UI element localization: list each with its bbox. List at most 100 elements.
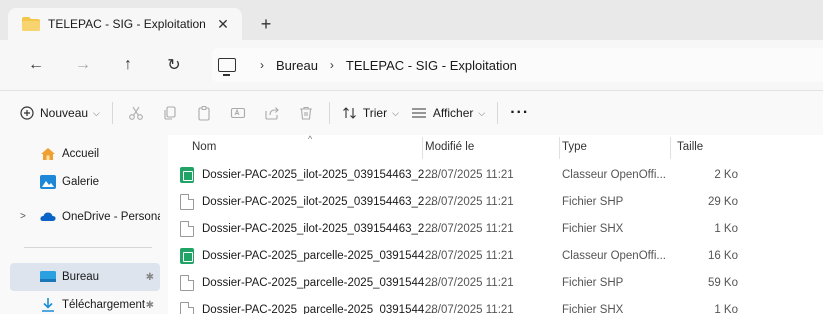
file-modified: 28/07/2025 11:21 [425, 277, 514, 289]
file-icon [180, 221, 194, 237]
tab-telepac[interactable]: TELEPAC - SIG - Exploitation ✕ [8, 8, 242, 40]
column-type-label: Type [562, 141, 587, 153]
share-icon [265, 107, 279, 120]
table-row[interactable]: Dossier-PAC-2025_parcelle-2025_0391544..… [168, 271, 823, 295]
divider [24, 247, 152, 248]
column-header-name[interactable]: Nom ^ [192, 134, 424, 159]
refresh-button[interactable]: ↻ [160, 52, 188, 78]
forward-button[interactable]: → [69, 52, 97, 78]
sidebar-item-galerie[interactable]: Galerie [10, 168, 160, 196]
column-divider[interactable] [559, 137, 560, 159]
breadcrumb-current-folder[interactable]: TELEPAC - SIG - Exploitation [346, 58, 517, 73]
file-type: Fichier SHX [562, 304, 624, 314]
chevron-down-icon: ⌵ [392, 107, 399, 118]
tab-strip: TELEPAC - SIG - Exploitation ✕ + [0, 0, 823, 40]
sort-button[interactable]: Trier ⌵ [336, 98, 405, 128]
table-row[interactable]: Dossier-PAC-2025_ilot-2025_039154463_2..… [168, 190, 823, 214]
sidebar-item-onedrive[interactable]: OneDrive - Persona [10, 203, 160, 231]
sort-icon [342, 107, 356, 119]
rename-icon [230, 107, 245, 119]
file-type: Fichier SHP [562, 196, 624, 208]
column-name-label: Nom [192, 141, 217, 153]
sidebar-item-telechargement[interactable]: Téléchargement ✱ [10, 291, 160, 314]
file-list: Nom ^ Modifié le Type Taille Dossier-PAC… [168, 134, 823, 314]
sidebar-item-label: Téléchargement [62, 299, 146, 311]
up-button[interactable]: ↑ [114, 52, 142, 78]
file-type: Classeur OpenOffi... [562, 250, 666, 262]
sidebar-item-label: OneDrive - Persona [62, 211, 160, 223]
copy-icon [164, 106, 176, 120]
file-modified: 28/07/2025 11:21 [425, 250, 514, 262]
file-name: Dossier-PAC-2025_parcelle-2025_0391544..… [202, 304, 434, 314]
file-type: Classeur OpenOffi... [562, 169, 666, 181]
home-icon [41, 148, 55, 160]
chevron-down-icon: ⌵ [93, 107, 100, 118]
file-size: 16 Ko [707, 250, 738, 262]
pin-icon[interactable]: ✱ [146, 300, 154, 311]
paste-button[interactable] [187, 98, 221, 128]
column-size-label: Taille [677, 141, 704, 153]
rename-button[interactable] [221, 98, 255, 128]
copy-button[interactable] [153, 98, 187, 128]
breadcrumb-separator: › [329, 58, 334, 72]
sidebar-item-label: Accueil [62, 148, 100, 160]
plus-circle-icon [20, 106, 34, 120]
file-modified: 28/07/2025 11:21 [425, 223, 514, 235]
file-icon [180, 194, 194, 210]
file-name: Dossier-PAC-2025_ilot-2025_039154463_2..… [202, 169, 434, 181]
sidebar-item-label: Bureau [62, 271, 100, 283]
sort-label: Trier [362, 106, 388, 120]
column-divider[interactable] [670, 137, 671, 159]
address-bar: ← → ↑ ↻ › Bureau › TELEPAC - SIG - Explo… [0, 40, 823, 90]
command-bar: Nouveau ⌵ Trier ⌵ Afficher ⌵ ··· [0, 91, 823, 135]
column-header-type[interactable]: Type [562, 135, 666, 159]
scissors-icon [129, 106, 143, 120]
folder-icon [22, 17, 40, 31]
breadcrumb-separator: › [260, 58, 264, 72]
table-row[interactable]: Dossier-PAC-2025_parcelle-2025_0391544..… [168, 244, 823, 268]
chevron-down-icon: ⌵ [478, 107, 486, 118]
view-list-icon [411, 108, 426, 118]
new-label: Nouveau [40, 106, 89, 120]
column-header-modified[interactable]: Modifié le [425, 135, 559, 159]
sort-ascending-icon: ^ [308, 134, 313, 144]
cloud-icon [40, 212, 56, 221]
file-name: Dossier-PAC-2025_ilot-2025_039154463_2..… [202, 223, 434, 235]
close-tab-icon[interactable]: ✕ [212, 13, 234, 35]
file-name: Dossier-PAC-2025_parcelle-2025_0391544..… [202, 277, 434, 289]
monitor-icon [218, 58, 236, 76]
download-icon [42, 298, 54, 312]
column-divider[interactable] [422, 137, 423, 159]
file-modified: 28/07/2025 11:21 [425, 196, 514, 208]
share-button[interactable] [255, 98, 289, 128]
file-name: Dossier-PAC-2025_parcelle-2025_0391544..… [202, 250, 434, 262]
table-row[interactable]: Dossier-PAC-2025_parcelle-2025_0391544..… [168, 298, 823, 314]
file-size: 1 Ko [714, 223, 738, 235]
table-row[interactable]: Dossier-PAC-2025_ilot-2025_039154463_2..… [168, 217, 823, 241]
file-size: 1 Ko [714, 304, 738, 314]
column-header-size[interactable]: Taille [677, 135, 747, 159]
new-tab-button[interactable]: + [254, 12, 278, 36]
divider [111, 102, 113, 124]
file-size: 29 Ko [707, 196, 738, 208]
cut-button[interactable] [119, 98, 153, 128]
breadcrumb-bureau[interactable]: Bureau [276, 58, 318, 73]
view-button[interactable]: Afficher ⌵ [405, 98, 491, 128]
back-button[interactable]: ← [22, 52, 50, 78]
delete-button[interactable] [289, 98, 323, 128]
new-button[interactable]: Nouveau ⌵ [14, 98, 106, 128]
breadcrumb[interactable]: › Bureau › TELEPAC - SIG - Exploitation [212, 48, 823, 82]
file-type: Fichier SHP [562, 277, 624, 289]
sidebar-item-bureau[interactable]: Bureau ✱ [10, 263, 160, 291]
gallery-icon [40, 175, 56, 189]
trash-icon [299, 106, 312, 120]
pin-icon[interactable]: ✱ [146, 272, 154, 283]
spreadsheet-file-icon [180, 248, 194, 264]
table-row[interactable]: Dossier-PAC-2025_ilot-2025_039154463_2..… [168, 163, 823, 187]
sidebar-item-label: Galerie [62, 176, 100, 188]
tab-title: TELEPAC - SIG - Exploitation [48, 17, 206, 31]
more-options-button[interactable]: ··· [504, 98, 535, 128]
file-icon [180, 275, 194, 291]
sidebar-item-accueil[interactable]: Accueil [10, 140, 160, 168]
divider [328, 102, 330, 124]
